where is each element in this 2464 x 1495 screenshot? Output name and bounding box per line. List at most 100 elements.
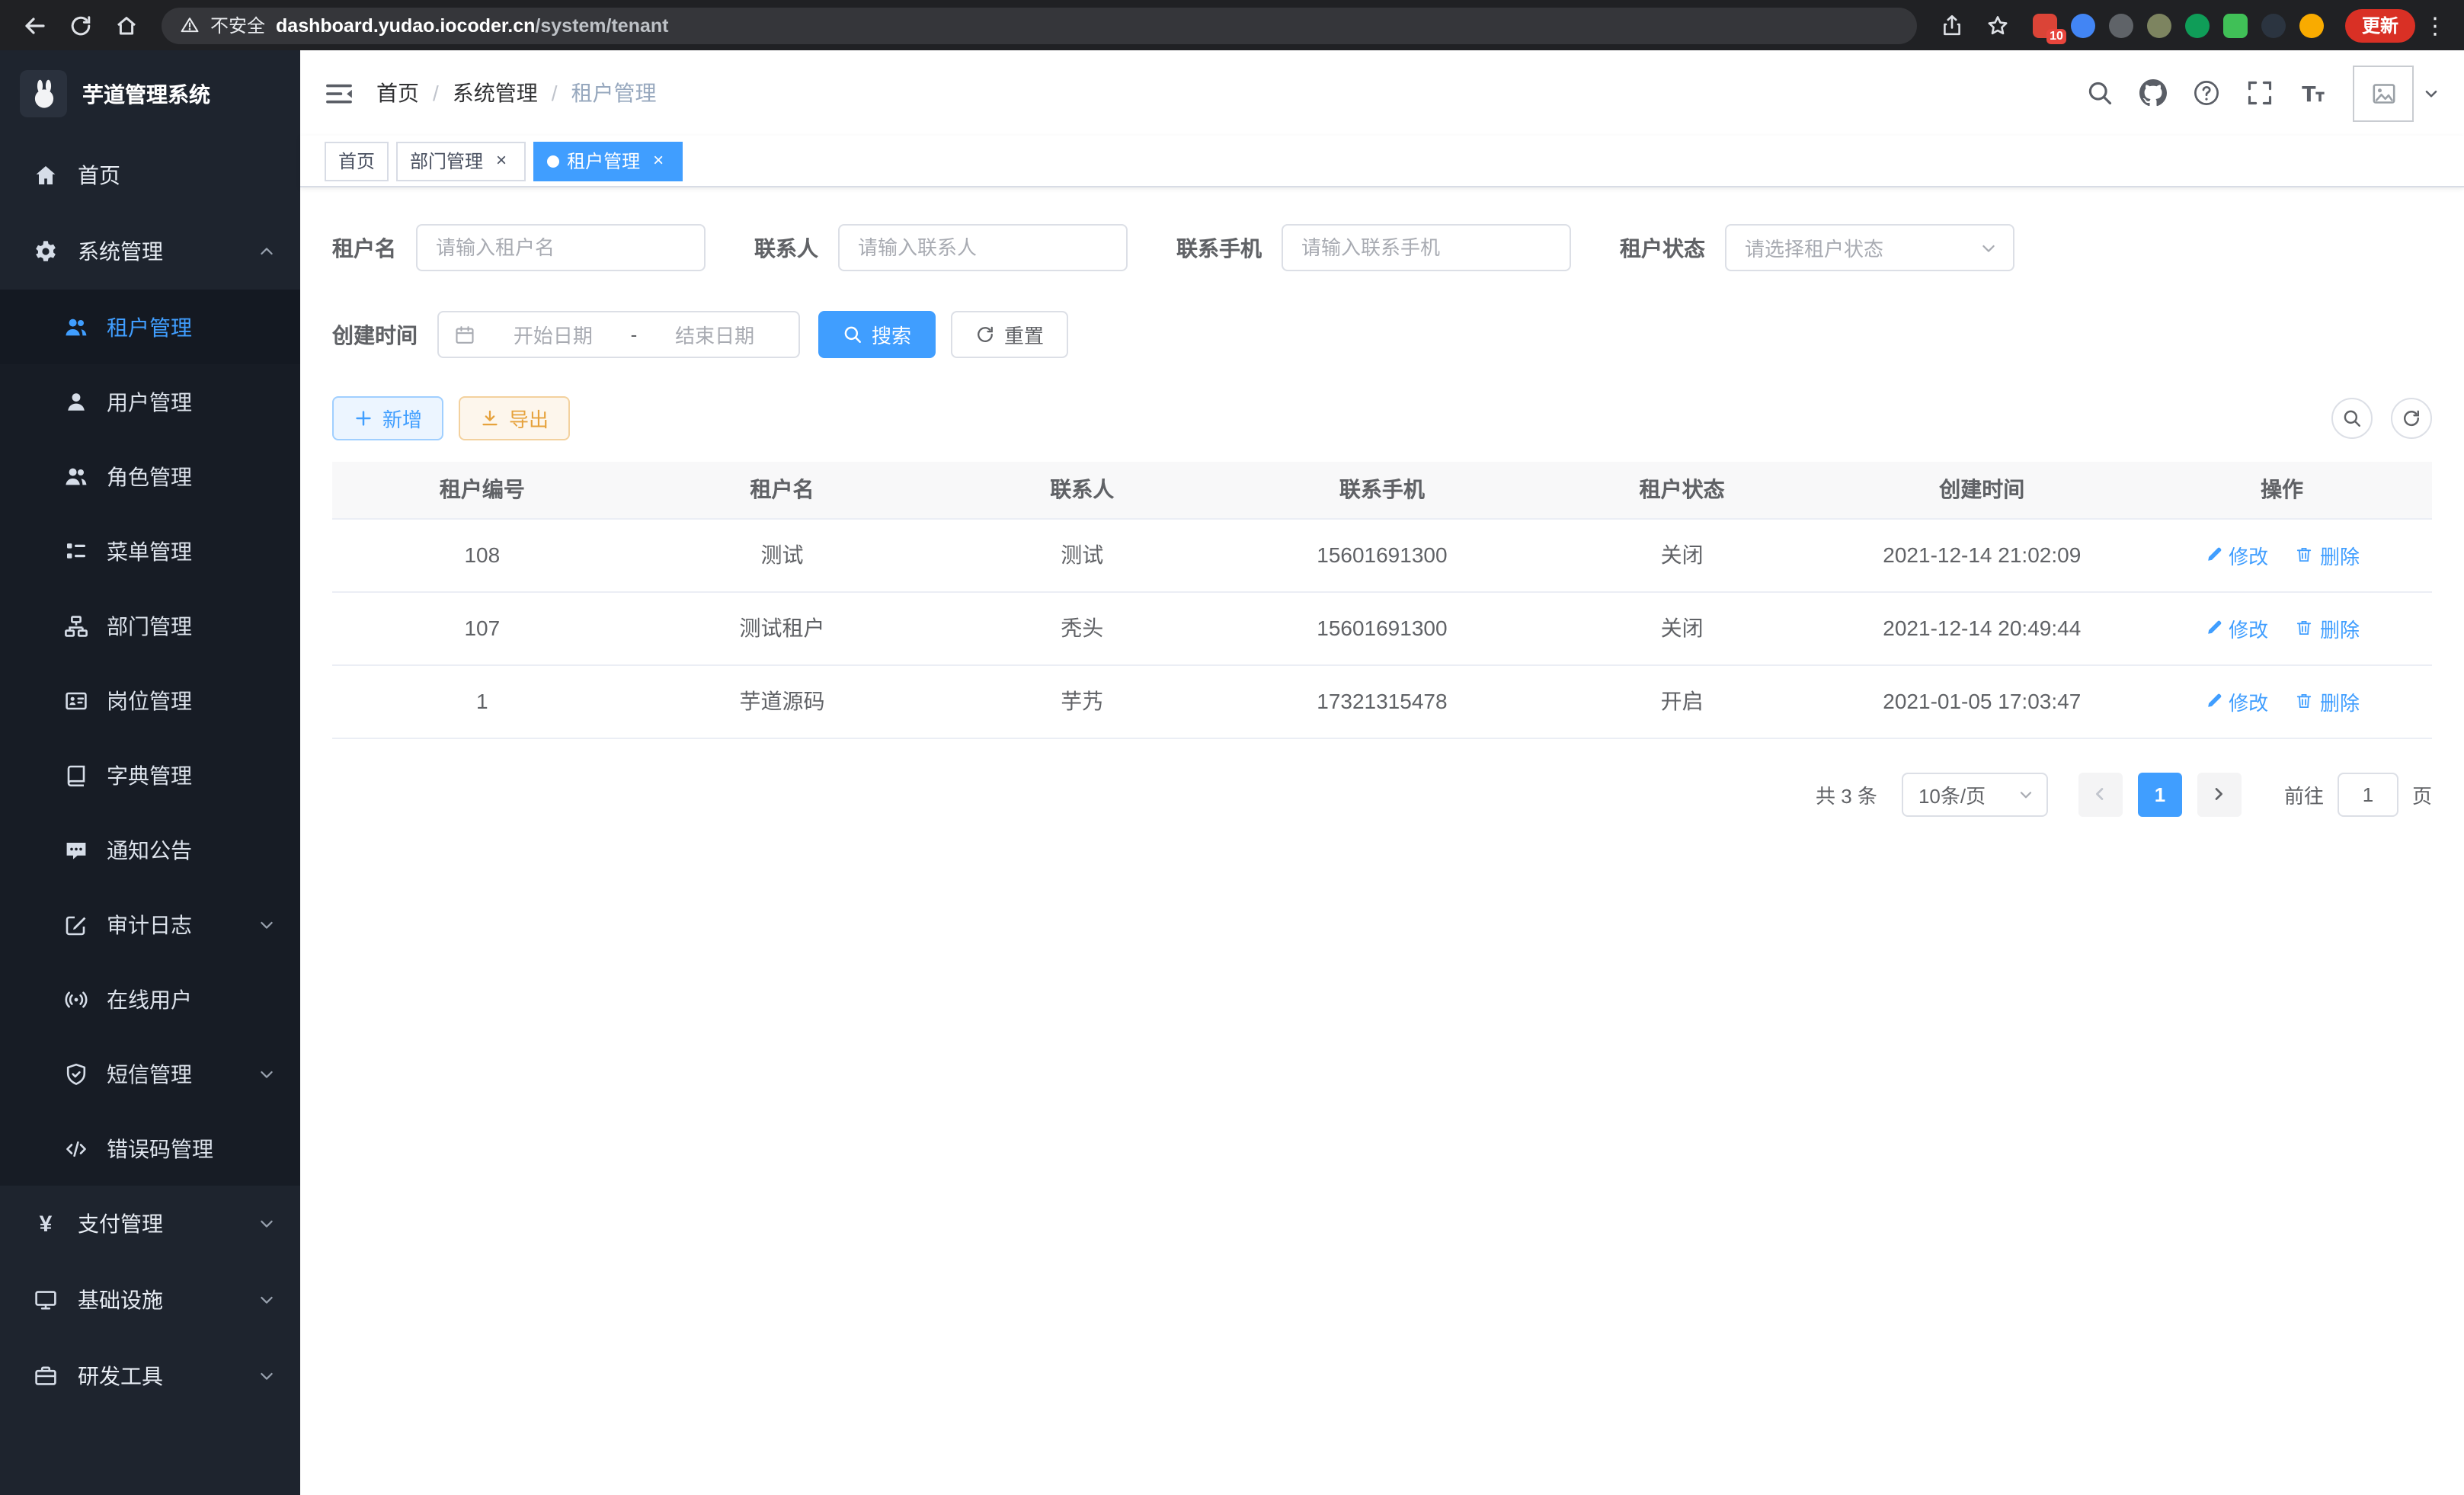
page-number-1[interactable]: 1 bbox=[2138, 772, 2182, 816]
browser-back-button[interactable] bbox=[15, 5, 55, 45]
chevron-up-icon bbox=[258, 242, 276, 261]
sidebar-item-label: 部门管理 bbox=[107, 610, 192, 641]
sidebar-item-pay[interactable]: ¥ 支付管理 bbox=[0, 1186, 300, 1262]
broken-image-icon bbox=[2370, 80, 2396, 106]
tenant-name-input[interactable] bbox=[416, 224, 706, 271]
prev-page-button[interactable] bbox=[2078, 772, 2123, 816]
sidebar-item-label: 通知公告 bbox=[107, 834, 192, 865]
sidebar-item-audit[interactable]: 审计日志 bbox=[0, 887, 300, 962]
cell-tenant-id: 107 bbox=[332, 591, 632, 664]
cell-contact: 测试 bbox=[932, 518, 1232, 591]
navbar-actions bbox=[2086, 65, 2440, 121]
browser-refresh-button[interactable] bbox=[61, 5, 101, 45]
security-label[interactable]: 不安全 bbox=[210, 12, 265, 38]
sidebar-item-user[interactable]: 用户管理 bbox=[0, 364, 300, 439]
edit-button[interactable]: 修改 bbox=[2204, 687, 2268, 715]
github-link[interactable] bbox=[2139, 79, 2167, 107]
caret-down-icon bbox=[2018, 786, 2034, 802]
tab-home[interactable]: 首页 bbox=[325, 141, 389, 181]
list-icon bbox=[64, 539, 88, 563]
app-title: 芋道管理系统 bbox=[82, 78, 210, 109]
page-unit-label: 页 bbox=[2412, 780, 2432, 808]
sidebar-toggle-button[interactable] bbox=[325, 80, 354, 106]
sidebar-item-post[interactable]: 岗位管理 bbox=[0, 663, 300, 738]
avatar-dropdown[interactable] bbox=[2353, 65, 2440, 121]
extension-icon-6[interactable] bbox=[2223, 13, 2248, 37]
browser-home-button[interactable] bbox=[107, 5, 146, 45]
sidebar-item-online[interactable]: 在线用户 bbox=[0, 962, 300, 1036]
show-search-button[interactable] bbox=[2331, 398, 2373, 439]
browser-update-button[interactable]: 更新 bbox=[2345, 8, 2415, 42]
col-status: 租户状态 bbox=[1532, 462, 1832, 518]
delete-button[interactable]: 删除 bbox=[2296, 540, 2360, 569]
sidebar-item-label: 支付管理 bbox=[78, 1208, 163, 1239]
edit-button[interactable]: 修改 bbox=[2204, 540, 2268, 569]
sidebar-item-dept[interactable]: 部门管理 bbox=[0, 588, 300, 663]
cell-tenant-id: 1 bbox=[332, 664, 632, 738]
next-page-button[interactable] bbox=[2197, 772, 2242, 816]
font-size-button[interactable] bbox=[2299, 79, 2327, 107]
sidebar-item-label: 角色管理 bbox=[107, 461, 192, 491]
breadcrumb-separator: / bbox=[552, 81, 558, 105]
trash-icon bbox=[2296, 619, 2314, 637]
close-icon[interactable]: × bbox=[648, 150, 669, 171]
address-bar[interactable]: 不安全 dashboard.yudao.iocoder.cn/system/te… bbox=[162, 7, 1917, 43]
sidebar-item-infra[interactable]: 基础设施 bbox=[0, 1262, 300, 1338]
extension-icon-4[interactable] bbox=[2147, 13, 2171, 37]
sidebar-item-tenant[interactable]: 租户管理 bbox=[0, 290, 300, 364]
sidebar-item-errcode[interactable]: 错误码管理 bbox=[0, 1111, 300, 1186]
extension-icon-2[interactable] bbox=[2071, 13, 2095, 37]
close-icon[interactable]: × bbox=[491, 150, 512, 171]
pagination: 共 3 条 10条/页 1 前往 页 bbox=[332, 772, 2432, 816]
sidebar-item-label: 用户管理 bbox=[107, 386, 192, 417]
refresh-table-button[interactable] bbox=[2391, 398, 2432, 439]
fullscreen-button[interactable] bbox=[2246, 79, 2274, 107]
date-range-picker[interactable]: 开始日期 - 结束日期 bbox=[437, 311, 800, 358]
help-button[interactable] bbox=[2193, 79, 2220, 107]
edit-button[interactable]: 修改 bbox=[2204, 613, 2268, 642]
reset-button[interactable]: 重置 bbox=[951, 311, 1068, 358]
edit-document-icon bbox=[64, 912, 88, 936]
extension-icon-7[interactable] bbox=[2261, 13, 2286, 37]
star-icon bbox=[1986, 13, 2010, 37]
sidebar-item-sms[interactable]: 短信管理 bbox=[0, 1036, 300, 1111]
add-button[interactable]: 新增 bbox=[332, 396, 443, 440]
page-content: 租户名 联系人 联系手机 租户状态 请选择租户状态 bbox=[300, 187, 2464, 1495]
extension-icon-5[interactable] bbox=[2185, 13, 2210, 37]
chevron-left-icon bbox=[2091, 785, 2110, 803]
status-select[interactable]: 请选择租户状态 bbox=[1725, 224, 2014, 271]
export-button[interactable]: 导出 bbox=[459, 396, 570, 440]
sidebar: 芋道管理系统 首页 系统管理 租户管理 bbox=[0, 50, 300, 1495]
extension-icon-3[interactable] bbox=[2109, 13, 2133, 37]
sidebar-item-home[interactable]: 首页 bbox=[0, 137, 300, 213]
tab-tenant[interactable]: 租户管理 × bbox=[533, 141, 683, 181]
delete-button[interactable]: 删除 bbox=[2296, 613, 2360, 642]
page-size-value: 10条/页 bbox=[1918, 780, 1986, 808]
share-button[interactable] bbox=[1932, 5, 1972, 45]
contact-input[interactable] bbox=[838, 224, 1128, 271]
phone-input[interactable] bbox=[1282, 224, 1571, 271]
browser-menu-icon[interactable]: ⋮ bbox=[2421, 11, 2449, 39]
sidebar-item-system[interactable]: 系统管理 bbox=[0, 213, 300, 290]
page-size-select[interactable]: 10条/页 bbox=[1902, 772, 2048, 816]
top-navbar: 首页 / 系统管理 / 租户管理 bbox=[300, 50, 2464, 136]
sidebar-item-role[interactable]: 角色管理 bbox=[0, 439, 300, 514]
cell-status: 关闭 bbox=[1532, 591, 1832, 664]
sidebar-item-dict[interactable]: 字典管理 bbox=[0, 738, 300, 812]
sidebar-item-menu[interactable]: 菜单管理 bbox=[0, 514, 300, 588]
bookmark-button[interactable] bbox=[1978, 5, 2018, 45]
goto-page-input[interactable] bbox=[2338, 772, 2398, 816]
pagination-total: 共 3 条 bbox=[1816, 780, 1877, 808]
breadcrumb-home[interactable]: 首页 bbox=[376, 78, 419, 108]
header-search-button[interactable] bbox=[2086, 79, 2114, 107]
tab-dept[interactable]: 部门管理 × bbox=[396, 141, 526, 181]
extension-icon-8[interactable] bbox=[2299, 13, 2324, 37]
breadcrumb-system[interactable]: 系统管理 bbox=[453, 78, 538, 108]
sidebar-item-tools[interactable]: 研发工具 bbox=[0, 1338, 300, 1414]
extension-icon-1[interactable]: 10 bbox=[2033, 13, 2057, 37]
search-button[interactable]: 搜索 bbox=[818, 311, 936, 358]
delete-button[interactable]: 删除 bbox=[2296, 687, 2360, 715]
plus-icon bbox=[354, 408, 373, 428]
sidebar-item-notice[interactable]: 通知公告 bbox=[0, 812, 300, 887]
message-icon bbox=[64, 837, 88, 862]
